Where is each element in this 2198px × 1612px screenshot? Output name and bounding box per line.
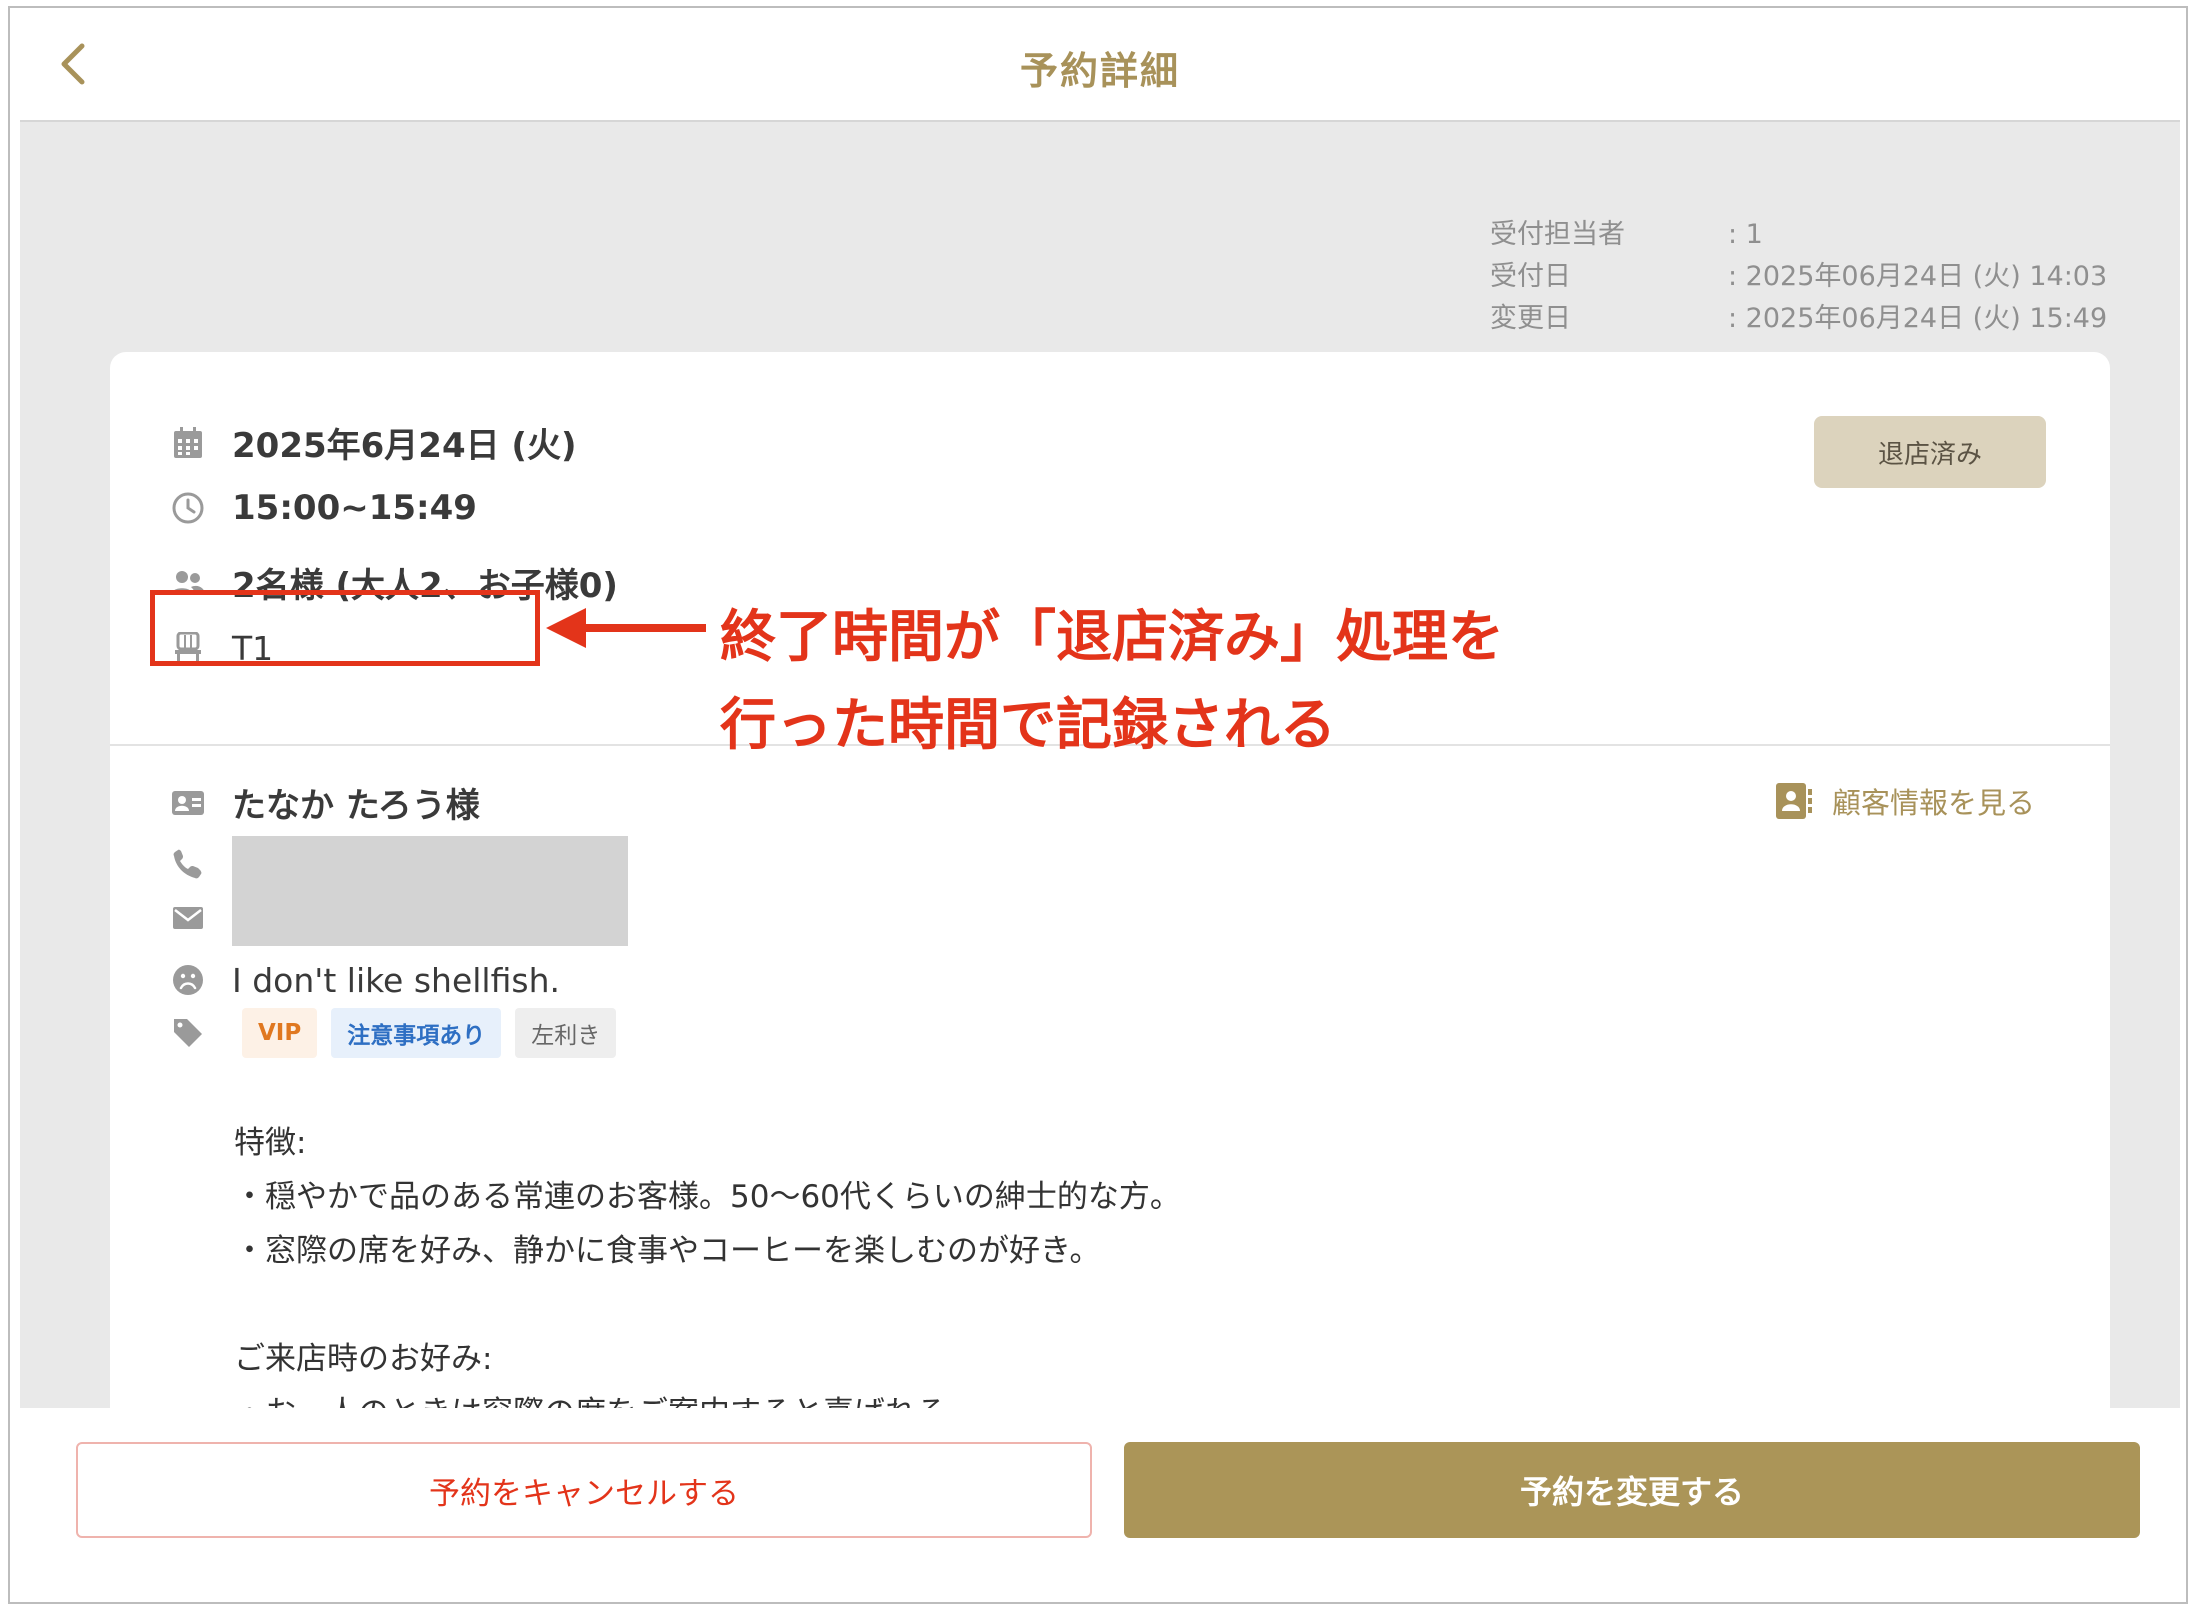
phone-row: [168, 836, 628, 892]
annotation-line-1: 終了時間が「退店済み」処理を: [720, 605, 1504, 670]
customer-name: たなか たろう様: [232, 786, 480, 826]
tag-icon: [168, 1013, 208, 1053]
tag-left-handed: 左利き: [515, 1008, 617, 1058]
customer-notes: 特徴: ・穏やかで品のある常連のお客様。50〜60代くらいの紳士的な方。 ・窓際…: [234, 1125, 1181, 1408]
reception-meta: 受付担当者 : 1 受付日 : 2025年06月24日 (火) 14:03 変更…: [1490, 214, 2107, 340]
footer-actions: 予約をキャンセルする 予約を変更する: [20, 1408, 2180, 1602]
id-card-icon: [168, 783, 208, 823]
clock-icon: [168, 488, 208, 528]
change-reservation-button[interactable]: 予約を変更する: [1124, 1442, 2140, 1538]
content-area[interactable]: 受付担当者 : 1 受付日 : 2025年06月24日 (火) 14:03 変更…: [20, 122, 2180, 1408]
tags-row: VIP 注意事項あり 左利き: [168, 1008, 630, 1058]
meta-row-modified: 変更日 : 2025年06月24日 (火) 15:49: [1490, 303, 2108, 334]
sad-face-icon: [168, 960, 208, 1000]
annotation-highlight-box: [150, 590, 540, 666]
annotation-text: 終了時間が「退店済み」処理を 行った時間で記録される: [720, 594, 1504, 770]
view-customer-info-label: 顧客情報を見る: [1832, 786, 2036, 820]
allergy-row: I don't like shellfish.: [168, 960, 560, 1000]
reservation-date: 2025年6月24日 (火): [232, 426, 577, 466]
phone-redacted: [232, 836, 628, 892]
meta-row-received: 受付日 : 2025年06月24日 (火) 14:03: [1490, 261, 2108, 292]
page-title: 予約詳細: [1019, 49, 1180, 93]
annotation-line-2: 行った時間で記録される: [720, 693, 1336, 758]
view-customer-info-link[interactable]: 顧客情報を見る: [1774, 780, 2035, 822]
header: 予約詳細: [20, 8, 2180, 122]
allergy-note: I don't like shellfish.: [232, 960, 560, 1000]
time-row: 15:00~15:49: [168, 488, 477, 528]
mail-icon: [168, 898, 208, 938]
reservation-time: 15:00~15:49: [232, 488, 477, 528]
tag-caution: 注意事項あり: [331, 1008, 502, 1058]
reservation-card: 2025年6月24日 (火) 15:00~15:49 2名様 (大人2、お子様0…: [110, 352, 2110, 1408]
meta-row-staff: 受付担当者 : 1: [1490, 219, 1763, 250]
tag-vip: VIP: [242, 1008, 318, 1058]
contact-book-icon: [1776, 783, 1812, 819]
phone-icon: [168, 844, 208, 884]
email-redacted: [232, 890, 628, 946]
date-row: 2025年6月24日 (火): [168, 418, 577, 467]
status-badge[interactable]: 退店済み: [1814, 416, 2046, 488]
app-frame: 予約詳細 受付担当者 : 1 受付日 : 2025年06月24日 (火) 14:…: [8, 6, 2188, 1604]
customer-name-row: たなか たろう様: [168, 778, 480, 827]
annotation-arrow-icon: [546, 608, 706, 648]
email-row: [168, 890, 628, 946]
calendar-icon: [168, 423, 208, 463]
cancel-reservation-button[interactable]: 予約をキャンセルする: [76, 1442, 1092, 1538]
